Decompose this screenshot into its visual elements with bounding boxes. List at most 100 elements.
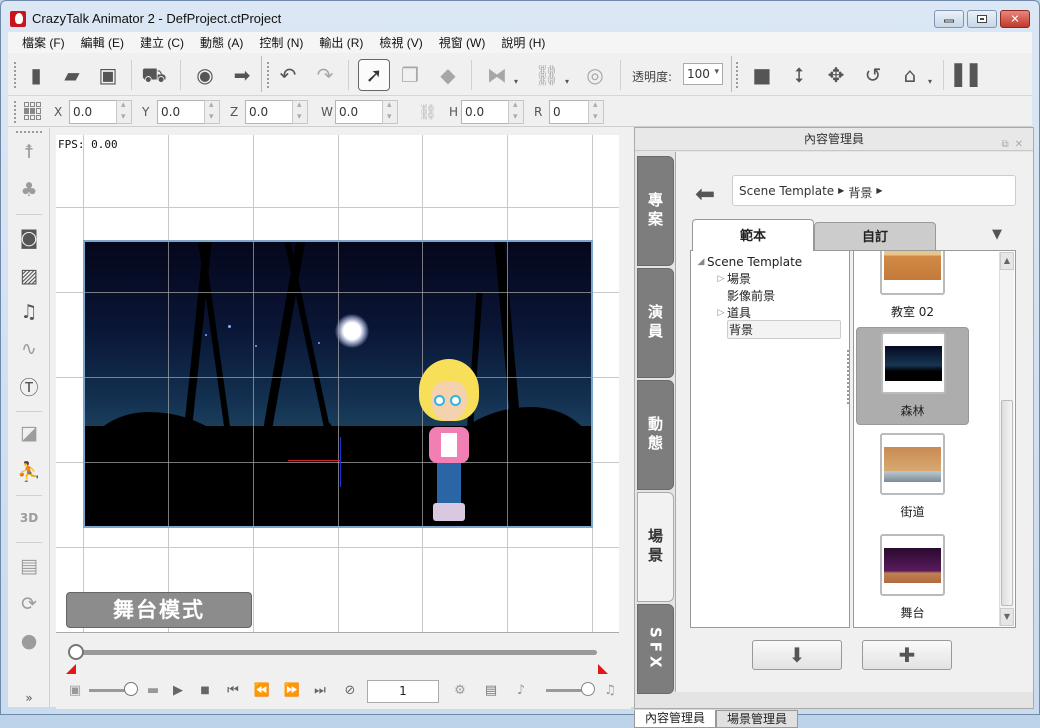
menu-file[interactable]: 檔案 (F) xyxy=(14,34,73,51)
loop-off-icon[interactable]: ⊘ xyxy=(341,682,359,698)
tab-project[interactable]: 專案 xyxy=(637,156,674,266)
play-icon[interactable]: ▶ xyxy=(169,682,187,698)
pane-splitter-handle[interactable] xyxy=(847,350,850,404)
tab-scene[interactable]: 場景 xyxy=(637,492,674,602)
breadcrumb-item[interactable]: 背景 xyxy=(848,184,872,205)
tab-scene-manager[interactable]: 場景管理員 xyxy=(716,710,799,728)
chevron-down-icon[interactable]: ▾ xyxy=(928,77,932,86)
subtitle-bubble-icon[interactable]: ▬ xyxy=(144,682,162,698)
prop-tree-icon[interactable]: ♣ xyxy=(17,178,41,202)
add-button[interactable]: ✚ xyxy=(862,640,952,670)
menu-create[interactable]: 建立 (C) xyxy=(132,34,192,51)
x-input[interactable]: 0.0 xyxy=(69,100,117,124)
render-icon[interactable]: ▤ xyxy=(482,682,500,698)
save-icon[interactable]: ▣ xyxy=(96,63,120,87)
library-menu-dropdown-icon[interactable]: ▼ xyxy=(992,227,1002,242)
tree-item[interactable]: ▷ 場景 xyxy=(691,270,849,287)
h-spinner[interactable] xyxy=(508,100,524,124)
mute-audio-icon[interactable]: ♪ xyxy=(512,682,530,698)
toolbar-grip[interactable] xyxy=(14,62,16,88)
rotate-icon[interactable]: ↺ xyxy=(861,63,885,87)
menu-view[interactable]: 檢視 (V) xyxy=(371,34,430,51)
settings-gear-icon[interactable]: ⚙ xyxy=(451,682,469,698)
tree-item[interactable]: ▷ 道具 xyxy=(691,304,849,321)
previous-frame-icon[interactable]: ⏪ xyxy=(253,682,271,698)
link-icon[interactable]: ⛓ xyxy=(534,63,559,87)
scroll-down-icon[interactable]: ▼ xyxy=(1000,608,1014,626)
camera-icon[interactable]: ■ xyxy=(750,63,774,87)
thumbnail-item[interactable]: 教室 02 xyxy=(856,251,969,327)
layer-order-icon[interactable]: ◪ xyxy=(17,421,41,445)
collapsed-arrow-icon[interactable]: ▷ xyxy=(715,308,727,318)
lock-ratio-chain-icon[interactable]: ⛓ xyxy=(418,103,437,121)
stop-icon[interactable]: ■ xyxy=(196,682,214,698)
menu-control[interactable]: 控制 (N) xyxy=(251,34,311,51)
preview-icon[interactable]: ◉ xyxy=(193,63,217,87)
expanded-arrow-icon[interactable]: ◢ xyxy=(695,257,707,267)
undo-icon[interactable]: ↶ xyxy=(276,63,300,87)
opacity-select[interactable]: 100 xyxy=(683,63,723,85)
3d-icon[interactable]: 3D xyxy=(17,506,41,530)
volume-slider-handle[interactable] xyxy=(581,682,595,696)
toolbar-grip[interactable] xyxy=(267,62,269,88)
toolbar-grip[interactable] xyxy=(16,131,42,133)
menu-window[interactable]: 視窗 (W) xyxy=(431,34,494,51)
back-arrow-icon[interactable]: ⬅ xyxy=(695,180,715,208)
tab-actor[interactable]: 演員 xyxy=(637,268,674,378)
collapsed-arrow-icon[interactable]: ▷ xyxy=(715,274,727,284)
open-folder-icon[interactable]: ▰ xyxy=(60,63,84,87)
close-button[interactable]: ✕ xyxy=(1000,10,1030,28)
timeline-slider-track[interactable] xyxy=(76,650,597,655)
current-frame-input[interactable]: 1 xyxy=(367,680,439,703)
visibility-eye-icon[interactable]: ◎ xyxy=(583,63,607,87)
new-file-icon[interactable]: ▮ xyxy=(24,63,48,87)
first-frame-icon[interactable]: ⏮ xyxy=(224,682,242,698)
tab-motion[interactable]: 動態 xyxy=(637,380,674,490)
timeline-slider-handle[interactable] xyxy=(68,644,84,660)
actor-select-icon[interactable]: ☨ xyxy=(17,140,41,164)
home-icon[interactable]: ⌂ xyxy=(898,63,922,87)
r-spinner[interactable] xyxy=(588,100,604,124)
character-actor[interactable] xyxy=(417,359,481,524)
next-frame-icon[interactable]: ⏩ xyxy=(283,682,301,698)
tree-item[interactable]: 影像前景 xyxy=(691,287,849,304)
r-input[interactable]: 0 xyxy=(549,100,589,124)
tree-item-selected[interactable]: 背景 xyxy=(691,320,849,339)
anchor-grid-icon[interactable] xyxy=(24,102,42,120)
forest-scene-background[interactable] xyxy=(83,240,593,528)
thumbnail-scrollbar[interactable]: ▲ ▼ xyxy=(999,252,1014,626)
tab-custom[interactable]: 自訂 xyxy=(814,222,936,251)
speed-slider-handle[interactable] xyxy=(124,682,138,696)
z-input[interactable]: 0.0 xyxy=(245,100,293,124)
image-media-icon[interactable]: ▨ xyxy=(17,264,41,288)
tab-content-manager[interactable]: 內容管理員 xyxy=(634,710,717,728)
audio-wave-icon[interactable]: ∿ xyxy=(17,337,41,361)
menu-help[interactable]: 說明 (H) xyxy=(493,34,553,51)
stage-canvas[interactable]: FPS: 0.00 舞台模式 xyxy=(56,135,619,633)
thumbnail-item[interactable]: 舞台 xyxy=(856,530,969,627)
x-spinner[interactable] xyxy=(116,100,132,124)
redo-icon[interactable]: ↷ xyxy=(313,63,337,87)
shop-cart-icon[interactable]: ⛟ xyxy=(141,63,166,87)
music-note-icon[interactable]: ♫ xyxy=(601,682,619,698)
move-icon[interactable]: ✥ xyxy=(824,63,848,87)
breadcrumb-item[interactable]: Scene Template xyxy=(739,184,834,205)
thumbnail-item-selected[interactable]: 森林 xyxy=(856,327,969,425)
last-frame-icon[interactable]: ⏭ xyxy=(311,682,329,698)
menu-edit[interactable]: 編輯 (E) xyxy=(73,34,132,51)
range-start-marker[interactable] xyxy=(66,664,76,674)
transform-icon[interactable]: ⟳ xyxy=(17,592,41,616)
layer-icon[interactable]: ◆ xyxy=(436,63,460,87)
tab-template[interactable]: 範本 xyxy=(692,219,814,251)
apply-button[interactable]: ⬇ xyxy=(752,640,842,670)
thumbnail-item[interactable]: 街道 xyxy=(856,429,969,527)
script-icon[interactable]: ▤ xyxy=(17,554,41,578)
character-frame-icon[interactable]: ⛹ xyxy=(17,459,41,483)
maximize-button[interactable] xyxy=(967,10,997,28)
w-spinner[interactable] xyxy=(382,100,398,124)
y-input[interactable]: 0.0 xyxy=(157,100,205,124)
stage-mode-button[interactable]: 舞台模式 xyxy=(66,592,252,628)
move-up-down-icon[interactable]: ⭥ xyxy=(787,63,811,87)
chevron-down-icon[interactable]: ▾ xyxy=(514,77,518,86)
menu-render[interactable]: 輸出 (R) xyxy=(311,34,371,51)
